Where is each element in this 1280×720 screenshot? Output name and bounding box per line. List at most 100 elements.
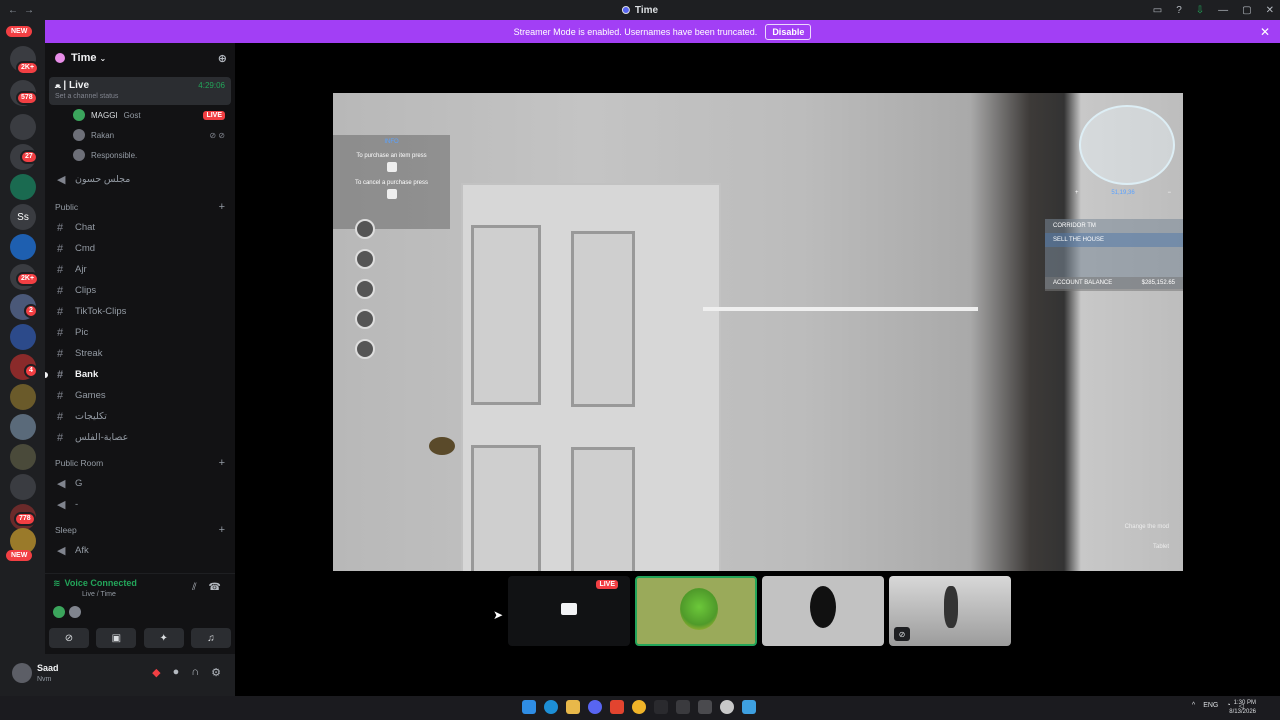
app-icon[interactable]: [720, 700, 734, 714]
headphones-icon[interactable]: ∩: [191, 666, 199, 679]
discord-icon[interactable]: [588, 700, 602, 714]
chevron-up-icon[interactable]: ^: [1192, 702, 1195, 710]
text-channel[interactable]: # تكليجات: [45, 406, 235, 427]
text-channel[interactable]: # Cmd: [45, 238, 235, 259]
app-icon[interactable]: [676, 700, 690, 714]
app-icon[interactable]: [742, 700, 756, 714]
text-channel[interactable]: # Ajr: [45, 259, 235, 280]
app-icon[interactable]: [654, 700, 668, 714]
server-name: Time: [71, 52, 97, 64]
chrome-icon[interactable]: [632, 700, 646, 714]
avatar: [810, 586, 836, 628]
help-icon[interactable]: ?: [1176, 5, 1182, 16]
add-channel-icon[interactable]: +: [219, 457, 225, 469]
lang-indicator[interactable]: ENG: [1203, 702, 1218, 710]
forward-icon[interactable]: →: [24, 5, 34, 16]
category-name: Public Room: [55, 457, 104, 468]
participant-tile-speaking[interactable]: [635, 576, 757, 646]
voice-user[interactable]: MAGGI Gost LIVE: [45, 105, 235, 125]
disconnect-icon[interactable]: ☎: [209, 582, 221, 593]
screen-share-button[interactable]: ▣: [96, 628, 137, 648]
download-icon[interactable]: ⇩: [1196, 5, 1204, 16]
category-public[interactable]: Public +: [45, 196, 235, 217]
channel-name: Games: [75, 390, 106, 401]
clock-time: 1:30 PM: [1233, 700, 1256, 706]
channel-status[interactable]: Set a channel status: [55, 93, 225, 100]
server-icon-5[interactable]: [10, 174, 36, 200]
door-image: [461, 183, 721, 571]
screen-share-icon: [561, 603, 577, 615]
server-icon-13[interactable]: [10, 444, 36, 470]
voice-user[interactable]: Responsible.: [45, 145, 235, 165]
signal-icon[interactable]: ≋: [53, 578, 61, 589]
back-icon[interactable]: ←: [8, 5, 18, 16]
hud-hint: Tablet: [1152, 544, 1169, 550]
voice-location[interactable]: Live / Time: [82, 591, 116, 598]
taskbar-clock[interactable]: 1:30 PM 8/13/2026: [1229, 699, 1256, 717]
inbox-icon[interactable]: ▭: [1153, 5, 1162, 16]
folder-icon[interactable]: [566, 700, 580, 714]
participant-tile[interactable]: ⊘: [889, 576, 1011, 646]
stream-video[interactable]: INFO To purchase an item press To cancel…: [333, 93, 1183, 571]
text-channel[interactable]: # Pic: [45, 322, 235, 343]
banner-text: Streamer Mode is enabled. Usernames have…: [513, 26, 758, 37]
add-member-icon[interactable]: ⊕: [218, 52, 227, 65]
app-icon[interactable]: [698, 700, 712, 714]
camera-off-button[interactable]: ⊘: [49, 628, 89, 648]
text-channel[interactable]: # Games: [45, 385, 235, 406]
text-channel[interactable]: # Clips: [45, 280, 235, 301]
text-channel-unread[interactable]: # Bank: [45, 364, 235, 385]
voice-channel[interactable]: ◀ Afk: [45, 540, 235, 561]
gamepad-icon[interactable]: ◆: [152, 666, 160, 679]
microphone-icon[interactable]: ●: [173, 666, 180, 679]
server-icon-12[interactable]: [10, 414, 36, 440]
noise-suppression-icon[interactable]: ⫽: [192, 582, 196, 593]
discord-app: ← → Time ▭ ? ⇩ — ▢ ✕ Streamer Mode is en…: [0, 0, 1280, 720]
hud-menu-item: SELL THE HOUSE: [1045, 233, 1183, 247]
text-channel[interactable]: # Chat: [45, 217, 235, 238]
minimize-button[interactable]: —: [1218, 5, 1228, 16]
close-banner-icon[interactable]: ✕: [1260, 25, 1270, 39]
category-public-room[interactable]: Public Room +: [45, 452, 235, 473]
maximize-button[interactable]: ▢: [1242, 5, 1251, 16]
server-icon-11[interactable]: [10, 384, 36, 410]
badge-2: 578: [16, 91, 38, 105]
brave-icon[interactable]: [610, 700, 624, 714]
text-channel[interactable]: # TikTok-Clips: [45, 301, 235, 322]
server-icon-3[interactable]: [10, 114, 36, 140]
server-icon-9[interactable]: [10, 324, 36, 350]
start-icon[interactable]: [522, 700, 536, 714]
text-channel[interactable]: # Streak: [45, 343, 235, 364]
voice-channel-live[interactable]: ﻌ | Live Set a channel status 4:29:06: [49, 77, 231, 105]
server-icon-14[interactable]: [10, 474, 36, 500]
voice-channel[interactable]: ◀ G: [45, 473, 235, 494]
stream-tile[interactable]: LIVE: [508, 576, 630, 646]
avatar: [944, 586, 958, 628]
disable-button[interactable]: Disable: [765, 23, 812, 40]
participant-tile[interactable]: [762, 576, 884, 646]
server-icon-6[interactable]: [10, 234, 36, 260]
soundboard-button[interactable]: ♫: [190, 628, 231, 648]
krisp-icon: [69, 606, 81, 618]
server-gem-icon: [55, 53, 65, 63]
activities-button[interactable]: ✦: [143, 628, 184, 648]
door-panel: [471, 445, 541, 571]
camera-off-icon: ⊘: [894, 627, 910, 641]
server-icon-ss[interactable]: Ss: [10, 204, 36, 230]
hud-minimap: [1079, 105, 1175, 185]
avatar[interactable]: [12, 663, 32, 683]
voice-channel[interactable]: ◀ مجلس حسون: [45, 169, 235, 190]
voice-channel[interactable]: ◀ -: [45, 494, 235, 515]
gear-icon[interactable]: ⚙: [211, 666, 221, 679]
server-header[interactable]: Time ⌄ ⊕: [45, 43, 235, 73]
add-channel-icon[interactable]: +: [219, 201, 225, 213]
edge-icon[interactable]: [544, 700, 558, 714]
voice-user[interactable]: Rakan ⊘ ⊘: [45, 125, 235, 145]
voice-status-text[interactable]: Voice Connected: [65, 578, 137, 589]
text-channel[interactable]: # عصابة-الفلس: [45, 427, 235, 448]
voice-indicators: [53, 606, 81, 618]
close-window-button[interactable]: ✕: [1266, 5, 1274, 16]
category-sleep[interactable]: Sleep +: [45, 519, 235, 540]
add-channel-icon[interactable]: +: [219, 524, 225, 536]
user-name[interactable]: Saad: [37, 663, 59, 673]
